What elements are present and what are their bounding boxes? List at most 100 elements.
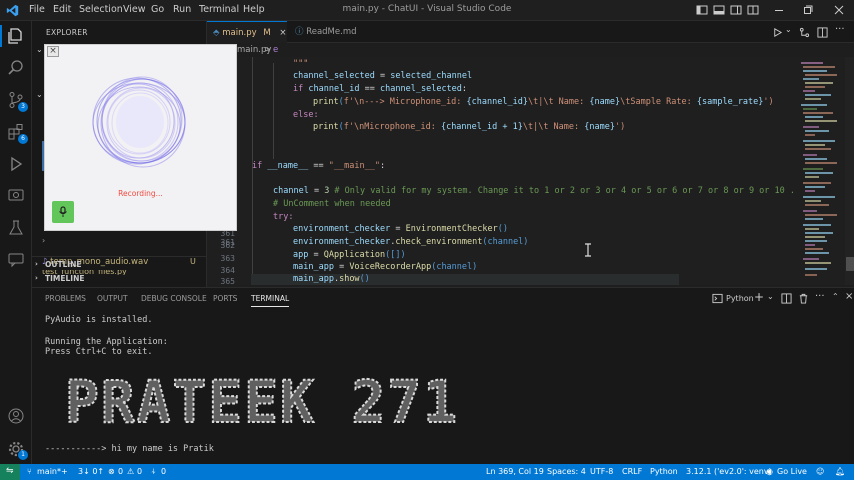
terminal-line: PyAudio is installed. bbox=[45, 315, 153, 325]
line-number: 365 bbox=[220, 277, 235, 285]
code-line: if channel_id == channel_selected: bbox=[293, 84, 468, 94]
minimap-preview bbox=[801, 62, 837, 276]
remote-indicator[interactable]: ⇋ bbox=[0, 464, 20, 480]
manage-badge: 1 bbox=[18, 450, 28, 460]
indent-guide bbox=[252, 57, 253, 285]
tab-main-py[interactable]: ⬘ main.py M × bbox=[207, 21, 287, 43]
code-line: # UnComment when needed bbox=[273, 199, 391, 209]
extensions-badge: 6 bbox=[18, 134, 28, 144]
ascii-banner: PRATEEK 271 PRATEEK 271 bbox=[64, 368, 459, 428]
trash-icon[interactable] bbox=[798, 293, 809, 304]
activity-bar: 3 6 1 bbox=[0, 21, 32, 464]
open-changes-icon[interactable] bbox=[799, 27, 810, 38]
title-bar: File Edit Selection View Go Run Terminal… bbox=[0, 0, 854, 21]
new-terminal-plus-icon[interactable]: + bbox=[754, 290, 764, 304]
status-bar: ⇋ ⑂ main*+ 3↓ 0↑ ⊗ 0 ⚠ 0 ⍭ 0 Ln 369, Col… bbox=[0, 464, 854, 480]
chevron-down-icon[interactable]: ⌄ bbox=[36, 90, 43, 99]
tab-ports[interactable]: PORTS bbox=[213, 294, 237, 303]
chat-icon[interactable] bbox=[7, 251, 25, 269]
more-actions-icon[interactable]: ··· bbox=[815, 291, 825, 302]
minimize-icon[interactable] bbox=[773, 4, 785, 16]
terminal-icon bbox=[712, 293, 723, 304]
close-tab-icon[interactable]: × bbox=[279, 28, 286, 38]
search-icon[interactable] bbox=[7, 59, 25, 77]
ports-count[interactable]: 0 bbox=[161, 467, 166, 476]
python-interpreter[interactable]: 3.12.1 ('ev2.0': venv) bbox=[686, 467, 772, 476]
branch-name[interactable]: main*+ bbox=[37, 467, 68, 476]
chevron-right-icon[interactable]: › bbox=[35, 260, 38, 268]
timeline-section[interactable]: TIMELINE bbox=[45, 274, 84, 283]
recorder-window: × Recording... bbox=[44, 44, 237, 231]
maximize-panel-icon[interactable]: ⌃ bbox=[832, 292, 839, 301]
code-line: main_app.show() bbox=[293, 274, 370, 284]
go-live-button[interactable]: Go Live bbox=[777, 467, 807, 476]
code-line: """ bbox=[293, 59, 309, 69]
divider bbox=[32, 256, 206, 257]
restore-icon[interactable] bbox=[802, 4, 814, 16]
toggle-sidebar-icon[interactable] bbox=[696, 4, 708, 16]
tab-terminal[interactable]: TERMINAL bbox=[251, 294, 290, 307]
warning-icon: ⚠ bbox=[127, 467, 135, 476]
indentation[interactable]: Spaces: 4 bbox=[547, 467, 586, 476]
run-debug-icon[interactable] bbox=[7, 155, 25, 173]
code-line: channel = 3 # Only valid for my system. … bbox=[273, 186, 795, 196]
chevron-down-icon[interactable]: ⌄ bbox=[36, 45, 43, 54]
code-line: try: bbox=[273, 212, 294, 222]
split-terminal-icon[interactable] bbox=[781, 293, 792, 304]
remote-explorer-icon[interactable] bbox=[7, 187, 25, 205]
tab-readme-md[interactable]: ⓘ ReadMe.md bbox=[289, 21, 379, 43]
explorer-title: EXPLORER bbox=[46, 28, 88, 37]
tab-label: ReadMe.md bbox=[306, 27, 357, 37]
notifications-bell-icon[interactable]: 🔔︎ bbox=[835, 467, 845, 476]
chevron-down-icon[interactable]: ⌄ bbox=[767, 292, 774, 301]
indent-guide bbox=[273, 63, 274, 159]
chevron-down-icon[interactable]: ⌄ bbox=[785, 25, 792, 34]
breadcrumb-symbol[interactable]: e bbox=[273, 45, 278, 55]
toggle-panel-icon[interactable] bbox=[713, 4, 725, 16]
tab-output[interactable]: OUTPUT bbox=[97, 294, 128, 303]
minimap[interactable] bbox=[797, 57, 845, 285]
terminal-line: Press Ctrl+C to exit. bbox=[45, 347, 153, 357]
encoding[interactable]: UTF-8 bbox=[590, 467, 613, 476]
close-panel-icon[interactable]: × bbox=[845, 291, 853, 302]
popup-close-button[interactable]: × bbox=[47, 46, 59, 57]
line-number: 364 bbox=[220, 266, 235, 275]
error-count[interactable]: 0 bbox=[118, 467, 123, 476]
explorer-icon[interactable] bbox=[7, 27, 25, 45]
run-python-icon[interactable] bbox=[772, 27, 783, 38]
info-icon: ⓘ bbox=[295, 27, 307, 37]
remote-icon: ⇋ bbox=[6, 466, 14, 476]
more-actions-icon[interactable]: ··· bbox=[835, 24, 845, 35]
chevron-right-icon[interactable]: › bbox=[35, 274, 38, 282]
toggle-secondary-sidebar-icon[interactable] bbox=[730, 4, 742, 16]
banner-text-fill: PRATEEK 271 bbox=[65, 368, 459, 428]
sync-status[interactable]: 3↓ 0↑ bbox=[78, 467, 104, 476]
terminal-line: -----------> hi my name is Pratik bbox=[45, 444, 214, 454]
testing-icon[interactable] bbox=[7, 219, 25, 237]
copilot-icon[interactable]: ☺ bbox=[816, 467, 824, 476]
microphone-icon bbox=[59, 206, 67, 217]
split-editor-icon[interactable] bbox=[817, 27, 828, 38]
terminal-line: Running the Application: bbox=[45, 337, 168, 347]
cursor-position[interactable]: Ln 369, Col 19 bbox=[486, 467, 544, 476]
scrollbar-thumb[interactable] bbox=[846, 257, 854, 271]
modified-indicator: M bbox=[263, 28, 271, 38]
customize-layout-icon[interactable] bbox=[747, 4, 759, 16]
ports-icon: ⍭ bbox=[151, 467, 156, 476]
editor-scrollbar[interactable] bbox=[845, 57, 854, 285]
warning-count[interactable]: 0 bbox=[137, 467, 142, 476]
tab-problems[interactable]: PROBLEMS bbox=[45, 294, 86, 303]
close-window-icon[interactable] bbox=[833, 4, 845, 16]
terminal-shell-name[interactable]: Python bbox=[726, 294, 754, 303]
accounts-icon[interactable] bbox=[7, 407, 25, 425]
branch-icon: ⑂ bbox=[27, 467, 32, 476]
code-editor[interactable]: """ channel_selected = selected_channel … bbox=[207, 57, 797, 285]
window-title: main.py - ChatUI - Visual Studio Code bbox=[342, 4, 512, 14]
end-of-line[interactable]: CRLF bbox=[622, 467, 642, 476]
tab-debug-console[interactable]: DEBUG CONSOLE bbox=[141, 294, 207, 303]
stop-recording-button[interactable] bbox=[52, 201, 74, 223]
outline-section[interactable]: OUTLINE bbox=[45, 260, 82, 269]
active-indicator bbox=[0, 25, 2, 47]
language-mode[interactable]: Python bbox=[650, 467, 678, 476]
broadcast-icon: ◉ bbox=[766, 467, 773, 476]
